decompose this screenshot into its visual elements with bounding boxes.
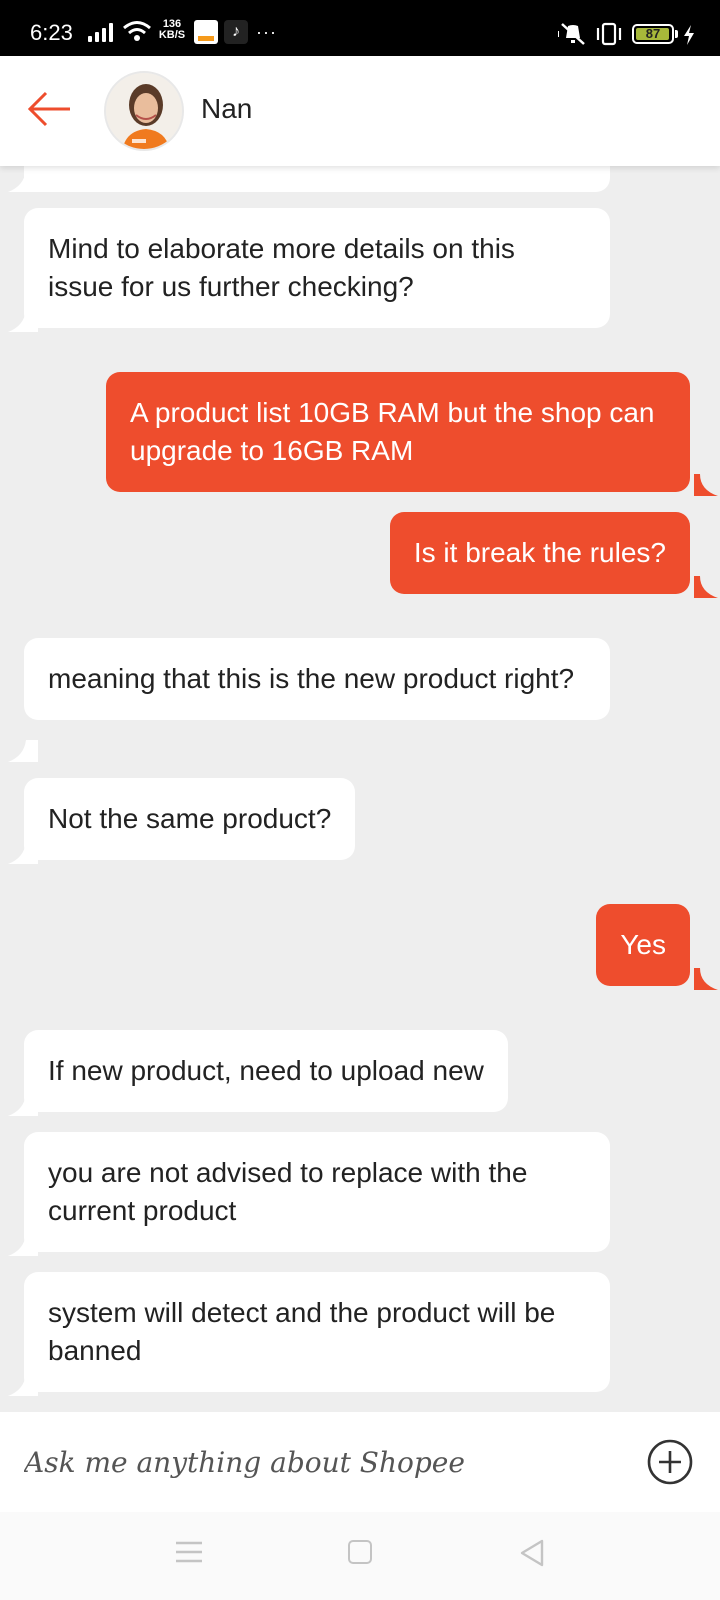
plus-circle-icon[interactable]: [646, 1438, 694, 1486]
message-incoming: you are not advised to replace with the …: [24, 1132, 610, 1252]
message-outgoing: Is it break the rules?: [389, 512, 690, 594]
bubble-tail: [8, 310, 38, 332]
message-input-bar: [0, 1412, 720, 1512]
avatar-image: [106, 73, 182, 149]
battery-tip: [675, 30, 678, 38]
avatar[interactable]: [104, 71, 184, 151]
network-speed-unit: KB/S: [158, 29, 186, 41]
message-input[interactable]: [24, 1438, 604, 1486]
bubble-tail: [694, 576, 718, 598]
message-incoming: meaning that this is the new product rig…: [24, 638, 610, 720]
back-icon[interactable]: [518, 1538, 546, 1568]
more-icon: ···: [256, 22, 277, 42]
bubble-tail: [8, 842, 38, 864]
battery-icon: 87: [632, 24, 674, 44]
system-nav-bar: [0, 1512, 720, 1600]
bubble-tail: [8, 170, 38, 192]
network-speed: 136 KB/S: [158, 19, 186, 41]
menu-icon[interactable]: [176, 1540, 202, 1564]
contact-name: Nan: [201, 93, 253, 124]
app-notification-icon: [194, 20, 218, 44]
arrow-left-icon[interactable]: [26, 86, 72, 132]
bubble-tail: [8, 740, 38, 762]
home-icon[interactable]: [348, 1540, 372, 1564]
chat-header: Nan: [0, 56, 720, 166]
message-incoming: system will detect and the product will …: [24, 1272, 610, 1392]
message-incoming: If new product, need to upload new: [24, 1030, 508, 1112]
mute-icon: [558, 23, 585, 45]
vibrate-icon: [596, 22, 622, 46]
charging-icon: [684, 25, 694, 45]
bubble-tail: [8, 1234, 38, 1256]
status-bar: 6:23 136 KB/S ♪ ··· 87: [0, 0, 720, 56]
message-incoming: Not the same product?: [24, 778, 356, 860]
bubble-tail: [694, 968, 718, 990]
bubble-tail: [8, 1374, 38, 1396]
wifi-icon: [123, 21, 151, 41]
bubble-tail: [694, 474, 718, 496]
battery-level: 87: [645, 26, 661, 41]
status-time: 6:23: [30, 20, 73, 45]
message-outgoing: A product list 10GB RAM but the shop can…: [106, 372, 690, 492]
message-outgoing: Yes: [596, 904, 690, 986]
tiktok-icon: ♪: [224, 20, 248, 44]
message-incoming: Mind to elaborate more details on this i…: [24, 208, 610, 328]
signal-icon: [88, 22, 116, 42]
bubble-tail: [8, 1094, 38, 1116]
